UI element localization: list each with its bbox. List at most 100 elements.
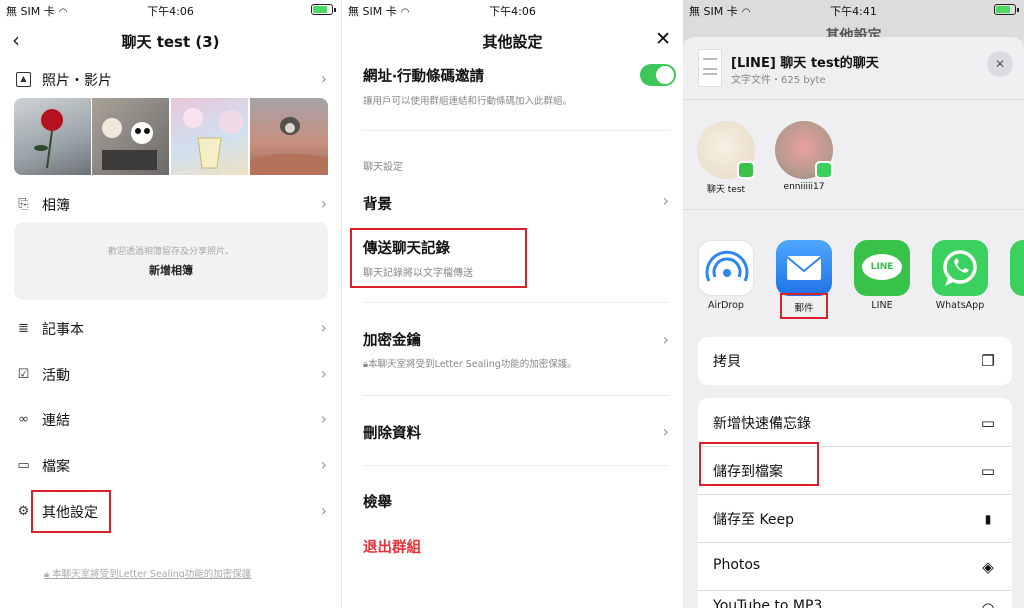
rose-icon <box>34 109 63 169</box>
bookmark-icon: ▮ <box>984 512 992 526</box>
chevron-right-icon: › <box>320 364 327 383</box>
encryption-key-description: 🔒︎本聊天室將受到Letter Sealing功能的加密保護。 <box>363 359 577 370</box>
gear-icon: ⚙ <box>17 504 30 519</box>
chevron-right-icon: › <box>320 69 327 88</box>
encryption-key-title: 加密金鑰 <box>363 333 421 349</box>
background-label: 背景 <box>363 197 392 213</box>
line-logo-text: LINE <box>862 254 902 280</box>
invite-title: 網址‧行動條碼邀請 <box>363 69 485 85</box>
status-bar: 無 SIM 卡 ◠ 下午4:06 <box>342 0 683 20</box>
close-icon[interactable]: ✕ <box>987 51 1013 77</box>
contact-avatar[interactable] <box>775 121 833 179</box>
divider <box>363 465 669 466</box>
photo-thumbnail-totoro[interactable] <box>250 98 328 175</box>
highlight-box <box>350 228 527 288</box>
photo-thumbnail-illustration[interactable] <box>171 98 248 175</box>
calendar-icon: ☑ <box>17 367 30 382</box>
messages-icon[interactable] <box>1010 240 1024 296</box>
status-bar: 無 SIM 卡 ◠ 下午4:06 <box>0 0 341 20</box>
app-label: WhatsApp <box>935 300 985 311</box>
divider <box>363 395 669 396</box>
events-label: 活動 <box>42 368 70 384</box>
file-meta: 文字文件・625 byte <box>731 75 826 86</box>
leave-group-button[interactable]: 退出群組 <box>363 536 421 557</box>
divider <box>683 99 1024 100</box>
folder-icon: ▭ <box>980 462 996 480</box>
divider <box>363 130 669 131</box>
invite-toggle[interactable] <box>640 64 676 86</box>
youtube-to-mp3-label: YouTube to MP3 <box>713 598 823 608</box>
background-page-title: 其他設定 <box>825 28 882 37</box>
page-title: 其他設定 <box>482 33 543 51</box>
link-icon: ∞ <box>18 412 29 427</box>
quick-note-label: 新增快速備忘錄 <box>713 416 811 432</box>
chevron-right-icon: › <box>320 409 327 428</box>
layers-icon: ◈ <box>982 558 994 576</box>
chevron-right-icon: › <box>662 191 669 210</box>
whatsapp-icon[interactable] <box>932 240 988 296</box>
delete-data-label: 刪除資料 <box>363 426 421 442</box>
copy-action[interactable]: 拷貝 ❐ <box>698 337 1012 385</box>
chevron-right-icon: › <box>320 318 327 337</box>
file-name: [LINE] 聊天 test的聊天 <box>731 56 879 71</box>
album-label[interactable]: 相簿 <box>42 195 70 215</box>
contact-name: enniiiii17 <box>783 182 825 192</box>
new-album-button[interactable]: 新增相簿 <box>14 262 328 278</box>
status-bar: 無 SIM 卡 ◠ 下午4:41 <box>683 0 1024 20</box>
save-to-keep-action[interactable]: 儲存至 Keep ▮ <box>698 495 1012 542</box>
line-icon[interactable]: LINE <box>854 240 910 296</box>
status-time: 下午4:41 <box>830 5 877 18</box>
headphones-icon: ◠ <box>981 599 995 608</box>
report-button[interactable]: 檢舉 <box>363 491 392 512</box>
mail-icon[interactable] <box>776 240 832 296</box>
copy-label: 拷貝 <box>713 354 741 370</box>
share-sheet: [LINE] 聊天 test的聊天 文字文件・625 byte ✕ 聊天 tes… <box>683 37 1024 608</box>
battery-icon <box>311 4 336 15</box>
chevron-right-icon: › <box>320 194 327 213</box>
contact-name: 聊天 test <box>706 185 746 195</box>
youtube-to-mp3-action[interactable]: YouTube to MP3 ◠ <box>698 591 1012 608</box>
save-to-keep-label: 儲存至 Keep <box>713 512 795 528</box>
photo-thumbnail-rose[interactable] <box>14 98 91 175</box>
plush-toys-icon <box>102 118 157 170</box>
lock-icon: 🔒︎ <box>44 569 50 580</box>
totoro-icon <box>250 117 328 175</box>
encryption-footer[interactable]: 🔒︎ 本聊天室將受到Letter Sealing功能的加密保護 <box>44 566 251 580</box>
highlight-box <box>780 293 828 319</box>
document-icon <box>698 49 722 87</box>
note-icon: ≣ <box>18 321 29 336</box>
encryption-footer-text: 本聊天室將受到Letter Sealing功能的加密保護 <box>52 569 252 580</box>
files-label: 檔案 <box>42 459 70 475</box>
chevron-right-icon: › <box>320 455 327 474</box>
divider <box>683 209 1024 210</box>
page-title: 聊天 test (3) <box>121 33 220 51</box>
contact-avatar[interactable] <box>697 121 755 179</box>
divider <box>363 302 669 303</box>
album-empty-text: 歡迎透過相簿留存及分享照片。 <box>107 247 234 257</box>
line-badge-icon <box>737 161 755 179</box>
album-empty-card: 歡迎透過相簿留存及分享照片。 新增相簿 <box>14 222 328 300</box>
chevron-right-icon: › <box>662 422 669 441</box>
app-label: AirDrop <box>708 300 744 311</box>
notes-label: 記事本 <box>42 322 84 338</box>
quick-note-action[interactable]: 新增快速備忘錄 ▭ <box>698 398 1012 446</box>
battery-icon <box>994 4 1019 15</box>
links-label: 連結 <box>42 413 70 429</box>
close-icon[interactable]: ✕ <box>655 28 671 50</box>
folder-icon: ▭ <box>17 458 30 473</box>
photos-label[interactable]: 照片・影片 <box>42 70 112 90</box>
whatsapp-badge-icon <box>815 161 833 179</box>
photo-icon: ▲ <box>16 72 31 87</box>
photos-label: Photos <box>713 557 761 573</box>
photos-action[interactable]: Photos ◈ <box>698 543 1012 590</box>
invite-description: 讓用戶可以使用群組連結和行動條碼加入此群組。 <box>363 96 573 107</box>
photo-thumbnail-desk[interactable] <box>92 98 169 175</box>
copy-icon: ❐ <box>981 352 995 370</box>
share-sheet-screen: 無 SIM 卡 ◠ 下午4:41 其他設定 [LINE] 聊天 test的聊天 文… <box>683 0 1024 608</box>
other-settings-screen: 無 SIM 卡 ◠ 下午4:06 其他設定 ✕ 網址‧行動條碼邀請 讓用戶可以使用… <box>341 0 683 608</box>
status-time: 下午4:06 <box>489 5 536 18</box>
chevron-right-icon: › <box>320 501 327 520</box>
airdrop-icon[interactable] <box>698 240 754 296</box>
album-icon: ⎘ <box>18 197 29 212</box>
chat-settings-screen: 無 SIM 卡 ◠ 下午4:06 ‹ 聊天 test (3) ▲ 照片・影片 › … <box>0 0 341 608</box>
